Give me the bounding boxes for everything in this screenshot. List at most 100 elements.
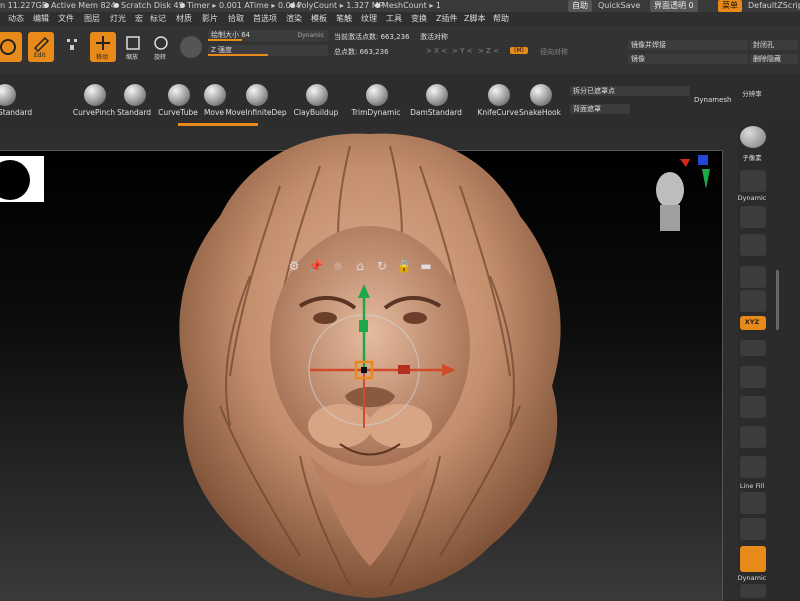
mirror-weld-button[interactable]: 镜像并焊接 [628, 40, 748, 50]
scale-view-button[interactable] [740, 366, 766, 388]
total-points-label: 总点数: 663,236 [334, 48, 389, 56]
solo-button[interactable] [740, 546, 766, 572]
quicksave-button[interactable]: QuickSave [598, 0, 640, 12]
menu-item[interactable]: Z插件 [436, 12, 457, 26]
hand-icon[interactable] [740, 170, 766, 192]
rotate-button[interactable]: 旋转 [148, 32, 174, 62]
right-panel-scrollbar[interactable] [776, 270, 779, 330]
brush-claybuildup[interactable]: ClayBuildup [288, 80, 344, 124]
polyf-button[interactable] [740, 492, 766, 514]
pin-icon[interactable]: 📌 [308, 258, 324, 274]
brush-moveinfinitedep[interactable]: MoveInfiniteDep [225, 80, 287, 124]
delete-hidden-button[interactable]: 删除隐藏 [750, 54, 798, 64]
menu-item[interactable]: 笔触 [336, 12, 352, 26]
brush-curvestandard[interactable]: CurveStandard [0, 80, 32, 124]
backface-mask-button[interactable]: 背面遮罩 [570, 104, 630, 114]
reset-icon[interactable]: ↻ [374, 258, 390, 274]
frame-button[interactable] [740, 290, 766, 312]
draw-mode-button[interactable] [0, 32, 22, 62]
mirror-button[interactable]: 镜像 [628, 54, 748, 64]
scratch-disk-status: Scratch Disk 45 [114, 0, 184, 12]
transform-gizmo[interactable] [290, 280, 470, 440]
symmetry-z-button[interactable]: > Z < [478, 47, 499, 55]
neck-icon [660, 205, 680, 231]
home-icon[interactable]: ⌂ [352, 258, 368, 274]
active-mem-status: Active Mem 824 [44, 0, 116, 12]
gizmo-icon-row: ⚙ 📌 ⌾ ⌂ ↻ 🔒 ▬ [286, 258, 446, 276]
menu-item[interactable]: 影片 [202, 12, 218, 26]
split-masked-button[interactable]: 拆分已遮罩点 [570, 86, 690, 96]
navigation-cube[interactable] [650, 155, 716, 235]
sphere-icon[interactable] [740, 126, 766, 148]
circle-icon [0, 39, 16, 55]
resolution-label: 分辨率 [742, 90, 762, 98]
brush-bar: CurveStandard CurvePinch Standard CurveT… [0, 74, 800, 130]
ai-button[interactable]: 自助 [568, 0, 592, 12]
menu-item[interactable]: Z脚本 [464, 12, 485, 26]
scale-button[interactable]: 缩放 [120, 32, 146, 62]
lock-icon[interactable]: 🔒 [396, 258, 412, 274]
menu-item[interactable]: 文件 [58, 12, 74, 26]
transp-button[interactable] [740, 518, 766, 540]
brush-snakehook[interactable]: SnakeHook [512, 80, 568, 124]
gizmo-x-arrow[interactable] [442, 364, 456, 376]
menu-item[interactable]: 动态 [8, 12, 24, 26]
menu-item[interactable]: 图层 [84, 12, 100, 26]
draw-size-slider[interactable]: 绘制大小 64 Dynamic [208, 30, 328, 41]
menu-item[interactable]: 工具 [386, 12, 402, 26]
z-intensity-slider[interactable]: Z 强度 [208, 45, 328, 56]
dynamesh-button[interactable]: Dynamesh [694, 96, 731, 104]
brush-settings-icon[interactable] [64, 36, 80, 52]
menu-item[interactable]: 首选项 [253, 12, 277, 26]
gizmo-x-handle[interactable] [398, 365, 410, 374]
location-icon[interactable]: ⌾ [330, 258, 346, 274]
menu-item[interactable]: 模板 [311, 12, 327, 26]
edit-button[interactable]: Edit [28, 32, 54, 62]
symmetry-m-button[interactable]: (M) [510, 47, 528, 54]
nav-z-box[interactable] [698, 155, 708, 165]
radial-symmetry-button[interactable]: 径向对称 [540, 47, 568, 57]
memory-status: n 11.227GB [0, 1, 48, 10]
nav-y-arrow[interactable] [702, 169, 710, 189]
menu-item[interactable]: 标记 [150, 12, 166, 26]
symmetry-button[interactable]: 激活对称 [420, 32, 448, 42]
material-sphere-icon[interactable] [180, 36, 202, 58]
menu-button[interactable]: 菜单 [718, 0, 742, 12]
menu-item[interactable]: 变换 [411, 12, 427, 26]
ui-transparency-slider[interactable]: 界面透明 0 [650, 0, 698, 12]
local-button[interactable] [740, 206, 766, 228]
menu-item[interactable]: 材质 [176, 12, 192, 26]
xyz-label: XYZ [744, 318, 760, 326]
gear-icon[interactable]: ⚙ [286, 258, 302, 274]
move-arrows-icon [96, 36, 110, 50]
menu-item[interactable]: 灯光 [110, 12, 126, 26]
menu-item[interactable]: 纹理 [361, 12, 377, 26]
default-zscript-button[interactable]: DefaultZScript [748, 0, 800, 12]
rotate-view-button[interactable] [740, 426, 766, 448]
zoom-view-button[interactable] [740, 396, 766, 418]
dot-icon [180, 3, 185, 8]
brush-damstandard[interactable]: DamStandard [408, 80, 464, 124]
solid-button[interactable] [740, 584, 766, 598]
menu-item[interactable]: 宏 [135, 12, 143, 26]
rotate-icon[interactable] [740, 340, 766, 356]
brush-trimdynamic[interactable]: TrimDynamic [348, 80, 404, 124]
menu-item[interactable]: 拾取 [228, 12, 244, 26]
move-button[interactable]: 移动 [90, 32, 116, 62]
gizmo-y-arrow[interactable] [358, 284, 370, 298]
menu-item[interactable]: 渲染 [286, 12, 302, 26]
polycount-status: PolyCount ▸ 1.327 MP [290, 0, 383, 12]
linefill-button[interactable] [740, 456, 766, 478]
minus-icon[interactable]: ▬ [418, 258, 434, 274]
close-holes-button[interactable]: 封闭孔 [750, 40, 798, 50]
floor-button[interactable] [740, 234, 766, 256]
symmetry-y-button[interactable]: > Y < [452, 47, 472, 55]
pan-button[interactable] [740, 266, 766, 288]
menu-item[interactable]: 编辑 [33, 12, 49, 26]
brush-sphere-icon [246, 84, 268, 106]
menu-bar: 动态 编辑 文件 图层 灯光 宏 标记 材质 影片 拾取 首选项 渲染 模板 笔… [0, 12, 800, 26]
gizmo-y-handle[interactable] [359, 320, 368, 332]
symmetry-x-button[interactable]: > X < [426, 47, 447, 55]
menu-item[interactable]: 帮助 [493, 12, 509, 26]
nav-x-arrow[interactable] [680, 159, 690, 167]
